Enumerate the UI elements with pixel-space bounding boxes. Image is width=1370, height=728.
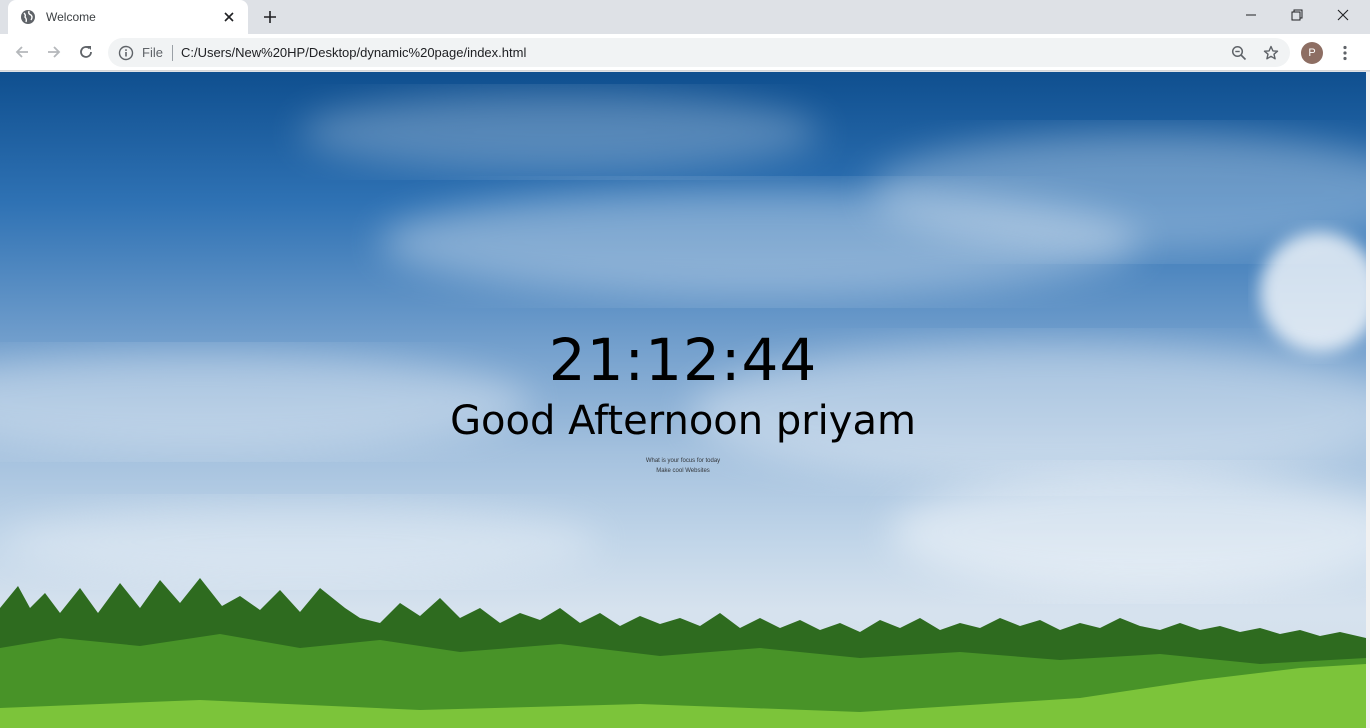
address-bar[interactable]: File C:/Users/New%20HP/Desktop/dynamic%2… [108, 38, 1290, 67]
scheme-label: File [142, 45, 163, 60]
new-tab-button[interactable] [258, 5, 282, 29]
browser-toolbar: File C:/Users/New%20HP/Desktop/dynamic%2… [0, 34, 1370, 71]
profile-avatar[interactable]: P [1301, 42, 1323, 64]
forward-button[interactable] [40, 38, 68, 66]
greeting-text: Good Afternoon priyam [450, 398, 916, 444]
page-viewport: 21:12:44 Good Afternoon priyam What is y… [0, 72, 1366, 728]
tab-title: Welcome [46, 10, 96, 24]
star-icon[interactable] [1262, 44, 1280, 62]
reload-button[interactable] [72, 38, 100, 66]
info-icon[interactable] [118, 45, 134, 61]
more-menu-icon[interactable] [1334, 41, 1356, 65]
zoom-icon[interactable] [1230, 44, 1248, 62]
focus-question: What is your focus for today [645, 458, 721, 464]
minimize-button[interactable] [1228, 0, 1274, 30]
restore-button[interactable] [1274, 0, 1320, 30]
clock-time: 21:12:44 [548, 326, 818, 394]
focus-answer[interactable]: Make cool Websites [0, 468, 1366, 474]
tab-strip: Welcome [0, 0, 1370, 34]
tab-welcome[interactable]: Welcome [8, 0, 248, 34]
back-button[interactable] [8, 38, 36, 66]
close-window-button[interactable] [1320, 0, 1366, 30]
globe-icon [20, 9, 36, 25]
divider [171, 44, 173, 61]
scrollbar[interactable] [1366, 72, 1370, 728]
url-text[interactable]: C:/Users/New%20HP/Desktop/dynamic%20page… [181, 45, 526, 60]
close-icon[interactable] [220, 8, 238, 26]
forest-landscape [0, 578, 1366, 728]
